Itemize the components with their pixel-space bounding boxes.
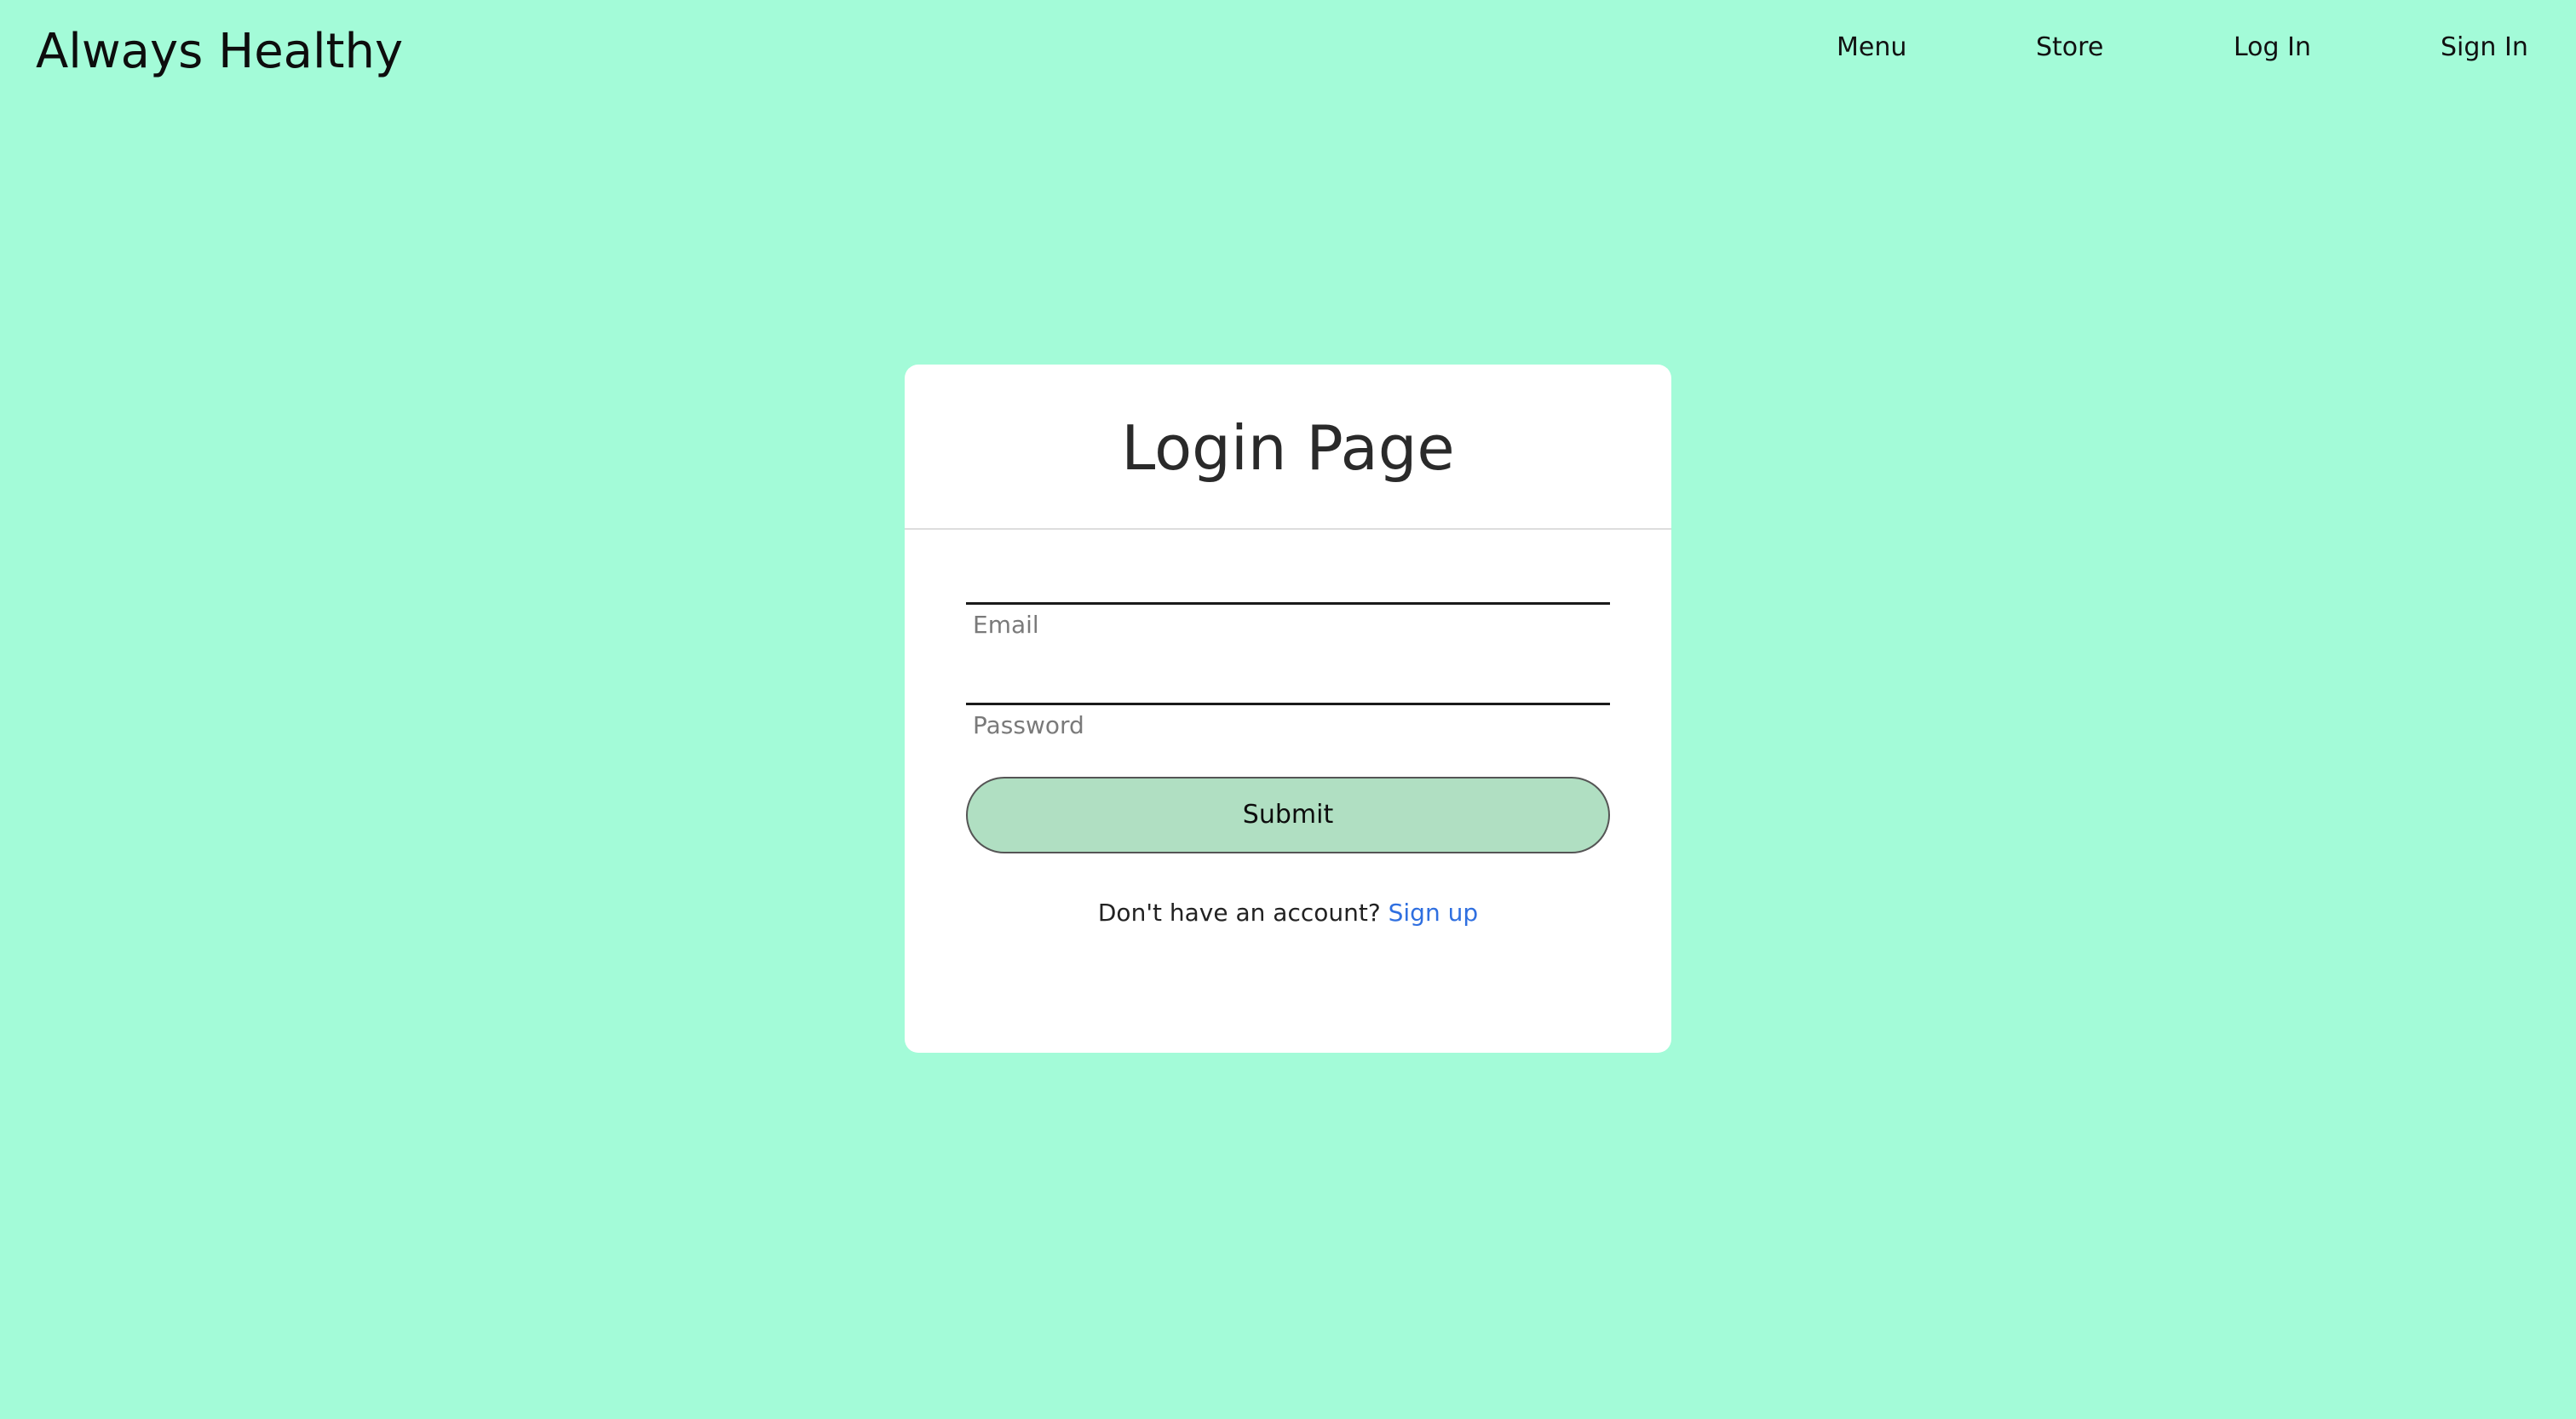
login-card-header: Login Page xyxy=(905,365,1671,530)
password-input[interactable] xyxy=(966,656,1610,705)
password-label: Password xyxy=(973,711,1084,739)
email-input[interactable] xyxy=(966,555,1610,605)
nav-link-log-in[interactable]: Log In xyxy=(2234,29,2311,66)
nav-link-sign-in[interactable]: Sign In xyxy=(2441,29,2528,66)
nav-link-menu[interactable]: Menu xyxy=(1837,29,1906,66)
page-title: Login Page xyxy=(1121,412,1455,484)
top-navbar: Always Healthy Menu Store Log In Sign In xyxy=(0,0,2576,102)
nav-link-store[interactable]: Store xyxy=(2036,29,2103,66)
signup-prompt-text: Don't have an account? xyxy=(1097,899,1381,927)
signup-prompt-line: Don't have an account? Sign up xyxy=(905,896,1671,930)
email-label: Email xyxy=(973,611,1039,639)
signup-link[interactable]: Sign up xyxy=(1389,899,1479,927)
submit-button[interactable]: Submit xyxy=(966,777,1610,853)
login-card: Login Page Email Password Submit Don't h… xyxy=(905,365,1671,1053)
brand-logo-text[interactable]: Always Healthy xyxy=(36,20,403,83)
